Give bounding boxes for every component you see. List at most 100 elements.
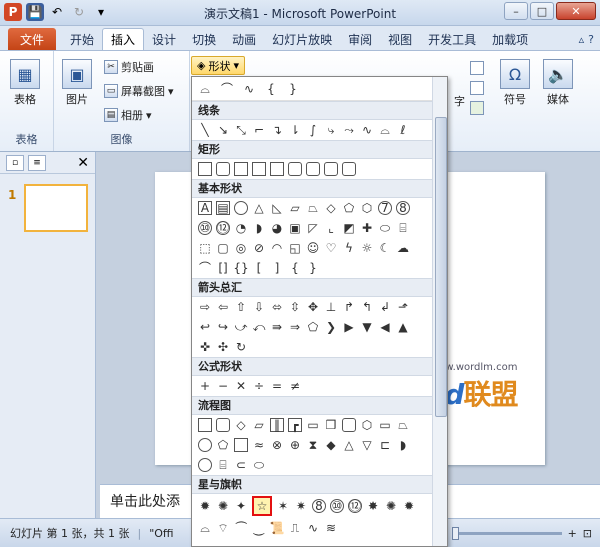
diamond-icon[interactable]: ◇ xyxy=(324,201,338,215)
double-arrow-line-icon[interactable]: ⤡ xyxy=(234,123,248,137)
down-arrow-callout-icon[interactable]: ▼ xyxy=(360,320,374,334)
curved-double-arrow-icon[interactable]: ⤳ xyxy=(342,123,356,137)
recent-shape-icon[interactable]: ⌒ xyxy=(220,82,234,96)
maximize-button[interactable]: □ xyxy=(530,2,554,20)
flowchart-terminator-icon[interactable] xyxy=(342,418,356,432)
block-arc-icon[interactable]: ◠ xyxy=(270,241,284,255)
left-right-arrow-icon[interactable]: ⬄ xyxy=(270,300,284,314)
flowchart-or-icon[interactable]: ⊕ xyxy=(288,438,302,452)
flowchart-card-icon[interactable] xyxy=(234,438,248,452)
left-right-up-arrow-icon[interactable]: ⊥ xyxy=(324,300,338,314)
heart-icon[interactable]: ♡ xyxy=(324,241,338,255)
curved-left-arrow-icon[interactable]: ↪ xyxy=(216,320,230,334)
arrow-line-icon[interactable]: ↘ xyxy=(216,123,230,137)
double-brace-icon[interactable]: {} xyxy=(233,261,248,275)
curved-down-ribbon-icon[interactable]: ⏝ xyxy=(252,521,266,535)
divide-icon[interactable]: ÷ xyxy=(252,379,266,393)
double-wave-icon[interactable]: ≋ xyxy=(324,521,338,535)
curved-up-arrow-icon[interactable]: ⤻ xyxy=(234,320,248,334)
plus-icon[interactable]: + xyxy=(198,379,212,393)
symbol-button[interactable]: Ω 符号 xyxy=(500,59,530,107)
dodecagon-icon[interactable]: ⑫ xyxy=(216,221,230,235)
down-arrow-icon[interactable]: ⇩ xyxy=(252,300,266,314)
bent-arrow-icon[interactable]: ↱ xyxy=(342,300,356,314)
lightning-bolt-icon[interactable]: ϟ xyxy=(342,241,356,255)
curved-up-ribbon-icon[interactable]: ⏜ xyxy=(234,521,248,535)
tab-view[interactable]: 视图 xyxy=(380,28,420,50)
six-point-star-icon[interactable]: ✶ xyxy=(276,499,290,513)
four-point-star-icon[interactable]: ✦ xyxy=(234,499,248,513)
zoom-slider-knob[interactable] xyxy=(451,526,459,540)
l-shape-icon[interactable]: ⌞ xyxy=(324,221,338,235)
bevel-icon[interactable]: ▢ xyxy=(216,241,230,255)
flowchart-offpage-connector-icon[interactable]: ⬠ xyxy=(216,438,230,452)
pentagon-arrow-icon[interactable]: ⬠ xyxy=(306,320,320,334)
vertical-scroll-icon[interactable]: 📜 xyxy=(270,521,285,535)
right-brace-icon[interactable]: } xyxy=(306,261,320,275)
rectangle-icon[interactable] xyxy=(198,162,212,176)
small-insert-icon[interactable] xyxy=(470,101,484,115)
teardrop-icon[interactable]: ◕ xyxy=(270,221,284,235)
recent-shape-icon[interactable]: { xyxy=(264,82,278,96)
wave-icon[interactable]: ∿ xyxy=(306,521,320,535)
left-brace-icon[interactable]: { xyxy=(288,261,302,275)
sun-icon[interactable]: ☼ xyxy=(360,241,374,255)
rounded-rectangle-icon[interactable] xyxy=(216,162,230,176)
right-triangle-icon[interactable]: ◺ xyxy=(270,201,284,215)
frame-icon[interactable]: ▣ xyxy=(288,221,302,235)
tab-animations[interactable]: 动画 xyxy=(224,28,264,50)
cube-icon[interactable]: ⬚ xyxy=(198,241,212,255)
tab-design[interactable]: 设计 xyxy=(144,28,184,50)
small-insert-icon[interactable] xyxy=(470,61,484,75)
moon-icon[interactable]: ☾ xyxy=(378,241,392,255)
up-ribbon-icon[interactable]: ⌓ xyxy=(198,521,212,535)
flowchart-connector-icon[interactable] xyxy=(198,438,212,452)
snip-diagonal-rectangle-icon[interactable] xyxy=(270,162,284,176)
up-arrow-callout-icon[interactable]: ▲ xyxy=(396,320,410,334)
tab-addins[interactable]: 加载项 xyxy=(484,28,536,50)
seven-point-star-icon[interactable]: ✷ xyxy=(294,499,308,513)
snip-same-side-rectangle-icon[interactable] xyxy=(252,162,266,176)
right-bracket-icon[interactable]: ] xyxy=(270,261,284,275)
half-frame-icon[interactable]: ◸ xyxy=(306,221,320,235)
slide-thumbnail[interactable] xyxy=(24,184,88,232)
round-single-corner-icon[interactable] xyxy=(306,162,320,176)
elbow-connector-icon[interactable]: ⌐ xyxy=(252,123,266,137)
quad-arrow-icon[interactable]: ✥ xyxy=(306,300,320,314)
hexagon-icon[interactable]: ⬡ xyxy=(360,201,374,215)
plaque-icon[interactable]: ⬭ xyxy=(378,221,392,235)
flowchart-preparation-icon[interactable]: ⬡ xyxy=(360,418,374,432)
curved-right-arrow-icon[interactable]: ↩ xyxy=(198,320,212,334)
ten-point-star-icon[interactable]: ⑩ xyxy=(330,499,344,513)
cloud-icon[interactable]: ☁ xyxy=(396,241,410,255)
sixteen-point-star-icon[interactable]: ✸ xyxy=(366,499,380,513)
up-down-arrow-icon[interactable]: ⇳ xyxy=(288,300,302,314)
down-ribbon-icon[interactable]: ⌔ xyxy=(216,521,230,535)
table-button[interactable]: ▦ 表格 xyxy=(10,59,40,107)
flowchart-direct-access-icon[interactable]: ⊂ xyxy=(234,458,248,472)
twenty-four-point-star-icon[interactable]: ✺ xyxy=(384,499,398,513)
flowchart-merge-icon[interactable]: ▽ xyxy=(360,438,374,452)
no-symbol-icon[interactable]: ⊘ xyxy=(252,241,266,255)
clipart-button[interactable]: ✂ 剪贴画 xyxy=(104,59,154,75)
eight-point-star-icon[interactable]: 8 xyxy=(312,499,326,513)
twelve-point-star-icon[interactable]: ⑫ xyxy=(348,499,362,513)
curve-icon[interactable]: ∿ xyxy=(360,123,374,137)
thirty-two-point-star-icon[interactable]: ✹ xyxy=(402,499,416,513)
snip-round-rectangle-icon[interactable] xyxy=(288,162,302,176)
close-icon[interactable]: ✕ xyxy=(77,155,89,171)
trapezoid-icon[interactable]: ⏢ xyxy=(306,201,320,215)
zoom-in-icon[interactable]: + xyxy=(568,527,577,540)
shapes-button[interactable]: ◈ 形状 ▾ xyxy=(191,56,245,75)
multiply-icon[interactable]: ✕ xyxy=(234,379,248,393)
media-button[interactable]: 🔈 媒体 xyxy=(543,59,573,107)
flowchart-summing-junction-icon[interactable]: ⊗ xyxy=(270,438,284,452)
vertical-textbox-icon[interactable]: ▤ xyxy=(216,201,230,215)
elbow-arrow-icon[interactable]: ↴ xyxy=(270,123,284,137)
right-arrow-callout-icon[interactable]: ▶ xyxy=(342,320,356,334)
flowchart-alternate-process-icon[interactable] xyxy=(216,418,230,432)
right-arrow-icon[interactable]: ⇨ xyxy=(198,300,212,314)
flowchart-manual-input-icon[interactable]: ▭ xyxy=(378,418,392,432)
cross-icon[interactable]: ✚ xyxy=(360,221,374,235)
recent-shape-icon[interactable]: ∿ xyxy=(242,82,256,96)
